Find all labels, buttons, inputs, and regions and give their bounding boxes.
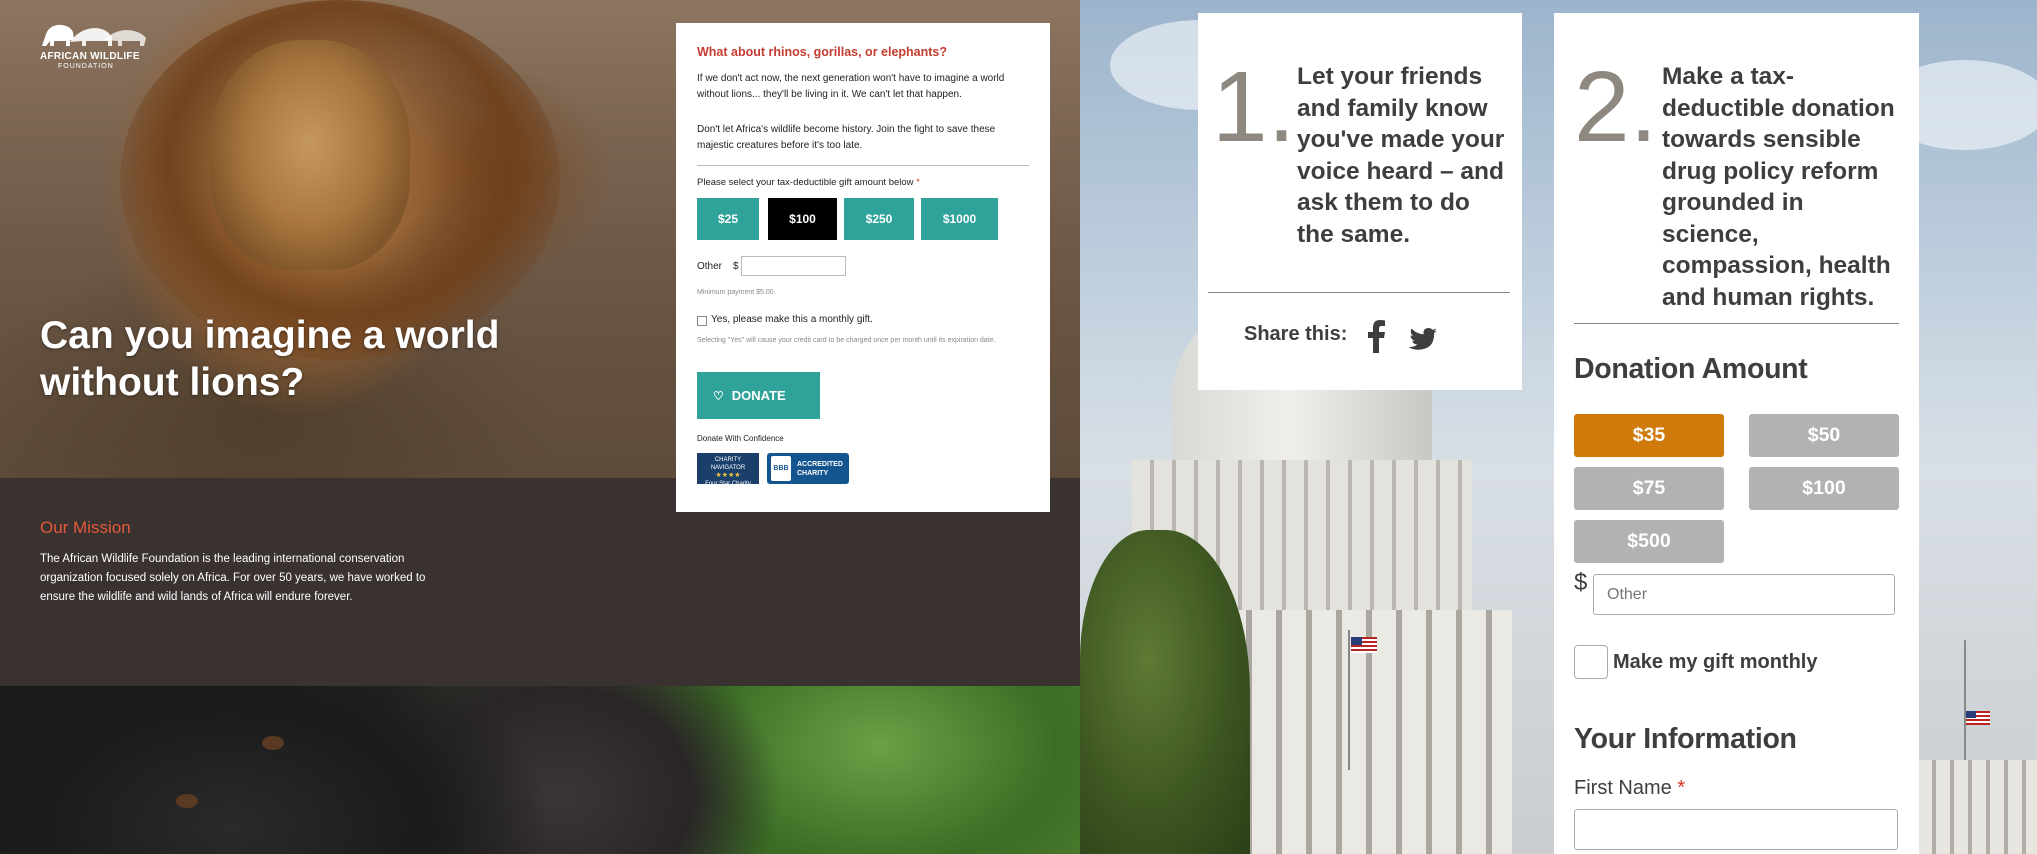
form-question: What about rhinos, gorillas, or elephant…: [697, 45, 948, 59]
first-name-label-text: First Name: [1574, 777, 1672, 799]
form-paragraph-2: Don't let Africa's wildlife become histo…: [697, 124, 996, 151]
first-name-input[interactable]: [1574, 809, 1898, 850]
required-asterisk: *: [1677, 777, 1686, 799]
step-divider: [1208, 292, 1510, 293]
gift-amount-label: Please select your tax-deductible gift a…: [697, 177, 920, 188]
gorilla-eye: [262, 736, 284, 750]
elephant-herd-logo-icon: [42, 24, 146, 46]
gorilla-eye: [176, 794, 198, 808]
other-amount-input[interactable]: [1593, 574, 1895, 615]
lion-face: [210, 40, 410, 270]
badge-line: NAVIGATOR: [710, 465, 746, 471]
monthly-gift-checkbox[interactable]: [1574, 645, 1608, 679]
currency-symbol: $: [1574, 569, 1588, 596]
bbb-logo-icon: BBB: [771, 456, 791, 481]
building-columns: [1918, 760, 2037, 854]
amount-button-35[interactable]: $35: [1574, 414, 1724, 457]
capitol-page: 1. Let your friends and family know you'…: [1080, 0, 2037, 854]
gift-amount-label-text: Please select your tax-deductible gift a…: [697, 177, 914, 188]
badge-line: CHARITY: [714, 457, 742, 463]
awf-page: AFRICAN WILDLIFE FOUNDATION Can you imag…: [0, 0, 1080, 854]
us-flag: [1351, 637, 1377, 653]
form-paragraph-1: If we don't act now, the next generation…: [697, 73, 1005, 100]
first-name-label: First Name *: [1574, 777, 1685, 800]
donate-button-label: DONATE: [731, 388, 786, 403]
donation-amount-heading: Donation Amount: [1574, 353, 1808, 385]
step1-text: Let your friends and family know you've …: [1297, 63, 1505, 248]
step-divider: [1574, 323, 1899, 324]
monthly-gift-note: Selecting "Yes" will cause your credit c…: [697, 337, 996, 344]
currency-symbol: $: [733, 261, 739, 272]
amount-button-25[interactable]: $25: [697, 198, 759, 240]
hero-title: Can you imagine a world without lions?: [40, 314, 500, 404]
heart-icon: ♡: [713, 389, 724, 403]
amount-button-1000[interactable]: $1000: [921, 198, 998, 240]
amount-button-75[interactable]: $75: [1574, 467, 1724, 510]
share-label: Share this:: [1244, 323, 1348, 345]
monthly-gift-checkbox[interactable]: [697, 316, 707, 326]
flag-pole: [1348, 630, 1350, 770]
donate-confidence-label: Donate With Confidence: [697, 434, 784, 443]
share-step-card: 1. Let your friends and family know you'…: [1198, 13, 1522, 390]
other-amount-input[interactable]: [741, 256, 846, 276]
trees: [1080, 530, 1250, 854]
logo-line1: AFRICAN WILDLIFE: [40, 51, 140, 62]
amount-button-500[interactable]: $500: [1574, 520, 1724, 563]
mission-body: The African Wildlife Foundation is the l…: [40, 553, 426, 603]
us-flag: [1966, 711, 1990, 725]
required-asterisk: *: [916, 177, 920, 188]
step-number: 1.: [1212, 51, 1296, 163]
star-rating-icon: ★★★★: [715, 472, 741, 479]
step2-text: Make a tax-deductible donation towards s…: [1662, 63, 1895, 311]
badge-line: Four Star Charity: [705, 481, 751, 487]
bbb-accredited-badge[interactable]: BBB ACCREDITED CHARITY: [767, 453, 849, 484]
twitter-icon[interactable]: [1408, 327, 1438, 353]
your-information-heading: Your Information: [1574, 723, 1797, 755]
minimum-payment-note: Minimum payment $5.00.: [697, 289, 776, 296]
awf-logo[interactable]: AFRICAN WILDLIFE FOUNDATION: [40, 20, 150, 72]
amount-button-100[interactable]: $100: [768, 198, 837, 240]
amount-button-50[interactable]: $50: [1749, 414, 1899, 457]
logo-line2: FOUNDATION: [58, 63, 114, 70]
charity-navigator-badge[interactable]: CHARITY NAVIGATOR ★★★★ Four Star Charity: [697, 453, 759, 487]
donate-button[interactable]: ♡ DONATE: [697, 372, 820, 419]
form-divider: [697, 165, 1029, 166]
amount-button-100[interactable]: $100: [1749, 467, 1899, 510]
mission-heading: Our Mission: [40, 518, 131, 537]
facebook-icon[interactable]: [1366, 319, 1386, 353]
gorilla-image: [0, 686, 1080, 854]
badge-line: ACCREDITED: [797, 461, 843, 468]
other-amount-label: Other: [697, 261, 723, 272]
step-number: 2.: [1574, 51, 1658, 163]
donation-step-card: 2. Make a tax-deductible donation toward…: [1554, 13, 1919, 854]
donation-form-card: What about rhinos, gorillas, or elephant…: [676, 23, 1050, 512]
monthly-gift-label[interactable]: Yes, please make this a monthly gift.: [711, 314, 873, 325]
badge-line: CHARITY: [797, 470, 829, 477]
monthly-gift-label[interactable]: Make my gift monthly: [1613, 651, 1817, 674]
badge-text: ACCREDITED CHARITY: [797, 460, 843, 478]
amount-button-250[interactable]: $250: [844, 198, 914, 240]
